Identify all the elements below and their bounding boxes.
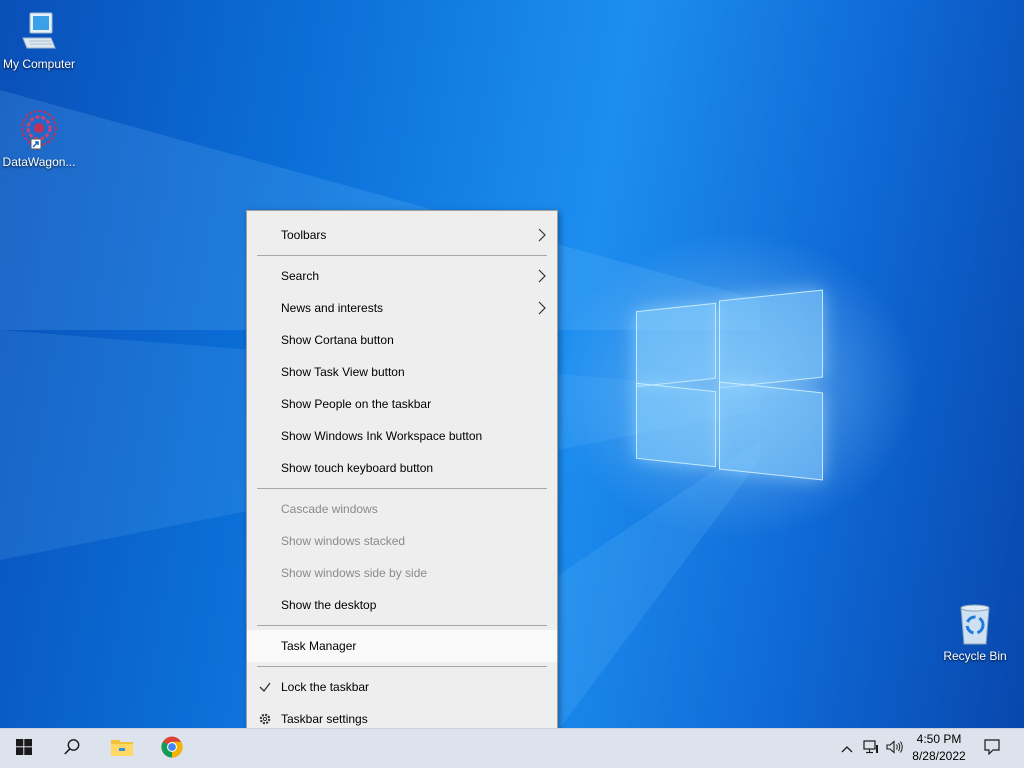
- checkmark-icon: [258, 671, 272, 703]
- gear-icon: [258, 703, 272, 728]
- menu-separator: [257, 255, 547, 256]
- menu-item-label: Show Windows Ink Workspace button: [281, 429, 483, 443]
- menu-item-label: Show People on the taskbar: [281, 397, 432, 411]
- network-icon: [863, 739, 879, 759]
- menu-item-task-manager[interactable]: Task Manager: [247, 630, 557, 662]
- menu-item-label: Show touch keyboard button: [281, 461, 434, 475]
- windows-logo-wallpaper: [636, 289, 824, 481]
- menu-item-lock-the-taskbar[interactable]: Lock the taskbar: [247, 671, 557, 703]
- menu-item-show-cortana-button[interactable]: Show Cortana button: [247, 324, 557, 356]
- menu-item-toolbars[interactable]: Toolbars: [247, 219, 557, 251]
- file-explorer-icon: [110, 737, 134, 762]
- menu-item-label: Taskbar settings: [281, 712, 368, 726]
- clock-time: 4:50 PM: [916, 732, 962, 746]
- show-hidden-icons-button[interactable]: [836, 729, 858, 769]
- desktop-icon-datawagon[interactable]: DataWagon...: [0, 108, 78, 169]
- menu-item-label: Task Manager: [281, 639, 357, 653]
- clock[interactable]: 4:50 PM 8/28/2022: [902, 731, 976, 765]
- chrome-icon: [161, 736, 183, 763]
- start-button[interactable]: [0, 729, 48, 769]
- taskbar: 4:50 PM 8/28/2022: [0, 728, 1024, 768]
- menu-separator: [257, 488, 547, 489]
- menu-item-label: Show Cortana button: [281, 333, 394, 347]
- recycle-bin-icon: [953, 602, 997, 646]
- chevron-up-icon: [841, 740, 853, 758]
- computer-icon: [17, 10, 61, 54]
- menu-item-news-and-interests[interactable]: News and interests: [247, 292, 557, 324]
- menu-item-label: Show windows stacked: [281, 534, 406, 548]
- desktop-icon-label: Recycle Bin: [943, 649, 1007, 663]
- taskbar-search-button[interactable]: [48, 729, 96, 769]
- chevron-right-icon: [537, 292, 547, 324]
- notification-icon: [984, 738, 1000, 760]
- menu-item-show-touch-keyboard[interactable]: Show touch keyboard button: [247, 452, 557, 484]
- desktop-icon-label: DataWagon...: [2, 155, 76, 169]
- clock-date: 8/28/2022: [912, 749, 966, 763]
- desktop-icon-my-computer[interactable]: My Computer: [0, 10, 78, 71]
- menu-item-label: Show the desktop: [281, 598, 377, 612]
- action-center-button[interactable]: [978, 729, 1006, 769]
- windows-start-icon: [16, 738, 32, 760]
- menu-item-taskbar-settings[interactable]: Taskbar settings: [247, 703, 557, 728]
- taskbar-context-menu: Toolbars Search News and interests Show …: [246, 210, 558, 728]
- menu-item-label: Show windows side by side: [281, 566, 428, 580]
- menu-item-search[interactable]: Search: [247, 260, 557, 292]
- datawagon-app-icon: [17, 108, 61, 152]
- menu-item-label: Show Task View button: [281, 365, 405, 379]
- menu-item-cascade-windows: Cascade windows: [247, 493, 557, 525]
- menu-item-label: Cascade windows: [281, 502, 378, 516]
- menu-item-label: Lock the taskbar: [281, 680, 370, 694]
- menu-item-label: News and interests: [281, 301, 384, 315]
- menu-separator: [257, 625, 547, 626]
- chevron-right-icon: [537, 260, 547, 292]
- desktop: My Computer DataWagon... Recycle Bin Too…: [0, 0, 1024, 728]
- menu-item-show-the-desktop[interactable]: Show the desktop: [247, 589, 557, 621]
- menu-separator: [257, 666, 547, 667]
- menu-item-show-task-view-button[interactable]: Show Task View button: [247, 356, 557, 388]
- network-button[interactable]: [860, 729, 882, 769]
- desktop-icon-label: My Computer: [2, 57, 76, 71]
- search-icon: [63, 738, 81, 761]
- desktop-icon-recycle-bin[interactable]: Recycle Bin: [936, 602, 1014, 663]
- chrome-button[interactable]: [148, 729, 196, 769]
- menu-item-show-windows-side-by-side: Show windows side by side: [247, 557, 557, 589]
- chevron-right-icon: [537, 219, 547, 251]
- file-explorer-button[interactable]: [98, 729, 146, 769]
- menu-item-label: Toolbars: [281, 228, 327, 242]
- menu-item-label: Search: [281, 269, 320, 283]
- menu-item-show-windows-ink[interactable]: Show Windows Ink Workspace button: [247, 420, 557, 452]
- menu-item-show-people[interactable]: Show People on the taskbar: [247, 388, 557, 420]
- menu-item-show-windows-stacked: Show windows stacked: [247, 525, 557, 557]
